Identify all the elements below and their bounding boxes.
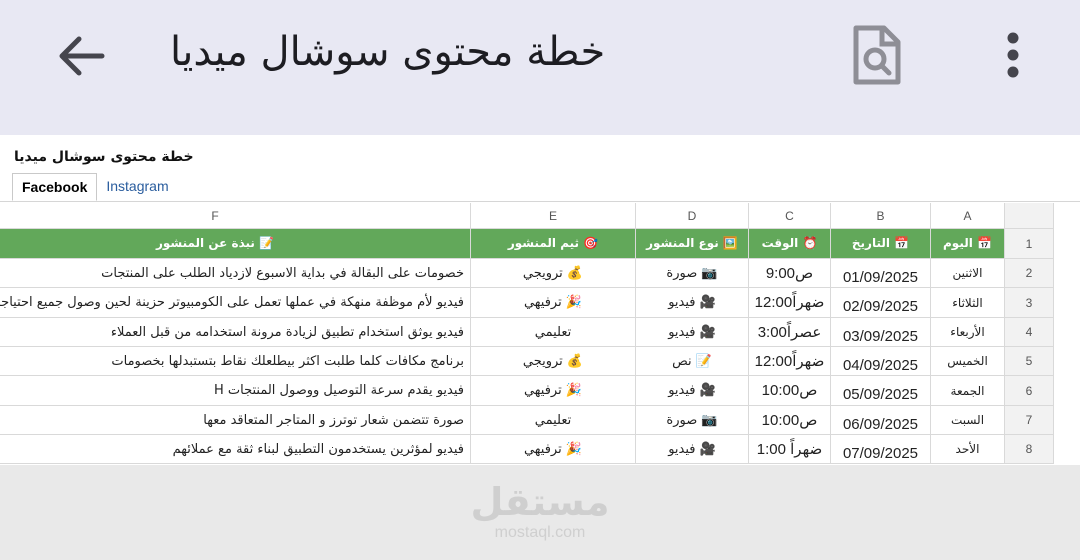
cell-date[interactable]: 04/09/2025	[831, 347, 931, 376]
column-header-d[interactable]: D	[636, 203, 749, 229]
header-cell-desc[interactable]: 📝 نبذة عن المنشور	[0, 229, 471, 259]
select-all-corner[interactable]	[1005, 203, 1054, 229]
cell-date[interactable]: 03/09/2025	[831, 318, 931, 347]
arrow-left-icon	[59, 36, 105, 76]
header-cell-type[interactable]: 🖼️ نوع المنشور	[636, 229, 749, 259]
cell-type[interactable]: 🎥 فيديو	[636, 435, 749, 464]
back-button[interactable]	[52, 30, 108, 86]
cell-day[interactable]: الاثنين	[931, 259, 1005, 288]
row-header[interactable]: 5	[1005, 347, 1054, 376]
cell-theme[interactable]: 💰 ترويجي	[471, 347, 636, 376]
app-title: خطة محتوى سوشال ميديا	[170, 29, 606, 75]
column-header-b[interactable]: B	[831, 203, 931, 229]
cell-day[interactable]: الثلاثاء	[931, 288, 1005, 318]
cell-desc[interactable]: فيديو يقدم سرعة التوصيل ووصول المنتجات H	[0, 376, 471, 406]
cell-theme[interactable]: تعليمي	[471, 318, 636, 347]
spreadsheet-view: خطة محتوى سوشال ميديا Facebook Instagram…	[0, 135, 1080, 465]
header-cell-day[interactable]: 📅 اليوم	[931, 229, 1005, 259]
cell-day[interactable]: الأحد	[931, 435, 1005, 464]
column-header-c[interactable]: C	[749, 203, 831, 229]
cell-theme[interactable]: 💰 ترويجي	[471, 259, 636, 288]
cell-time[interactable]: ص10:00	[749, 376, 831, 406]
cell-day[interactable]: الجمعة	[931, 376, 1005, 406]
column-header-a[interactable]: A	[931, 203, 1005, 229]
cell-type[interactable]: 🎥 فيديو	[636, 288, 749, 318]
more-vertical-icon	[1007, 32, 1019, 78]
cell-time[interactable]: عصراً3:00	[749, 318, 831, 347]
cell-desc[interactable]: صورة تتضمن شعار توترز و المتاجر المتعاقد…	[0, 406, 471, 435]
cell-theme[interactable]: تعليمي	[471, 406, 636, 435]
column-header-e[interactable]: E	[471, 203, 636, 229]
cell-desc[interactable]: فيديو لمؤثرين يستخدمون التطبيق لبناء ثقة…	[0, 435, 471, 464]
watermark-logo: مستقل	[470, 480, 610, 524]
cell-type[interactable]: 🎥 فيديو	[636, 318, 749, 347]
header-cell-time[interactable]: ⏰ الوقت	[749, 229, 831, 259]
tabs-divider	[0, 201, 1080, 202]
sheet-title: خطة محتوى سوشال ميديا	[14, 149, 194, 165]
cell-date[interactable]: 07/09/2025	[831, 435, 931, 464]
header-cell-theme[interactable]: 🎯 ثيم المنشور	[471, 229, 636, 259]
more-options-button[interactable]	[996, 28, 1030, 84]
row-header[interactable]: 3	[1005, 288, 1054, 318]
tab-instagram[interactable]: Instagram	[97, 173, 177, 201]
cell-desc[interactable]: فيديو يوثق استخدام تطبيق لزيادة مرونة اس…	[0, 318, 471, 347]
row-header[interactable]: 8	[1005, 435, 1054, 464]
cell-type[interactable]: 🎥 فيديو	[636, 376, 749, 406]
cell-theme[interactable]: 🎉 ترفيهي	[471, 376, 636, 406]
row-header[interactable]: 4	[1005, 318, 1054, 347]
row-header[interactable]: 2	[1005, 259, 1054, 288]
watermark: مستقل mostaql.com	[460, 480, 620, 542]
row-header[interactable]: 6	[1005, 376, 1054, 406]
cell-desc[interactable]: برنامج مكافات كلما طلبت اكثر بيطلعلك نقا…	[0, 347, 471, 376]
cell-type[interactable]: 📷 صورة	[636, 406, 749, 435]
cell-time[interactable]: ضهراً12:00	[749, 288, 831, 318]
header-cell-date[interactable]: 📅 التاريخ	[831, 229, 931, 259]
cell-day[interactable]: الأربعاء	[931, 318, 1005, 347]
document-search-icon	[853, 25, 901, 85]
cell-time[interactable]: ضهراً12:00	[749, 347, 831, 376]
row-header[interactable]: 7	[1005, 406, 1054, 435]
column-header-f[interactable]: F	[0, 203, 471, 229]
cell-date[interactable]: 01/09/2025	[831, 259, 931, 288]
cell-time[interactable]: ص10:00	[749, 406, 831, 435]
cell-type[interactable]: 📷 صورة	[636, 259, 749, 288]
cell-desc[interactable]: خصومات على البقالة في بداية الاسبوع لازد…	[0, 259, 471, 288]
app-bar: خطة محتوى سوشال ميديا	[0, 0, 1080, 135]
cell-day[interactable]: الخميس	[931, 347, 1005, 376]
sheet-tabs: Facebook Instagram	[12, 173, 178, 201]
cell-type[interactable]: 📝 نص	[636, 347, 749, 376]
cell-time[interactable]: ص9:00	[749, 259, 831, 288]
cell-theme[interactable]: 🎉 ترفيهي	[471, 435, 636, 464]
cell-theme[interactable]: 🎉 ترفيهي	[471, 288, 636, 318]
document-search-button[interactable]	[848, 24, 904, 88]
cell-day[interactable]: السبت	[931, 406, 1005, 435]
watermark-url: mostaql.com	[494, 524, 586, 541]
tab-facebook[interactable]: Facebook	[12, 173, 98, 201]
cell-date[interactable]: 02/09/2025	[831, 288, 931, 318]
cell-desc[interactable]: فيديو لأم موظفة منهكة في عملها تعمل على …	[0, 288, 471, 318]
row-header[interactable]: 1	[1005, 229, 1054, 259]
cell-date[interactable]: 06/09/2025	[831, 406, 931, 435]
cell-time[interactable]: ضهراً 1:00	[749, 435, 831, 464]
cell-date[interactable]: 05/09/2025	[831, 376, 931, 406]
